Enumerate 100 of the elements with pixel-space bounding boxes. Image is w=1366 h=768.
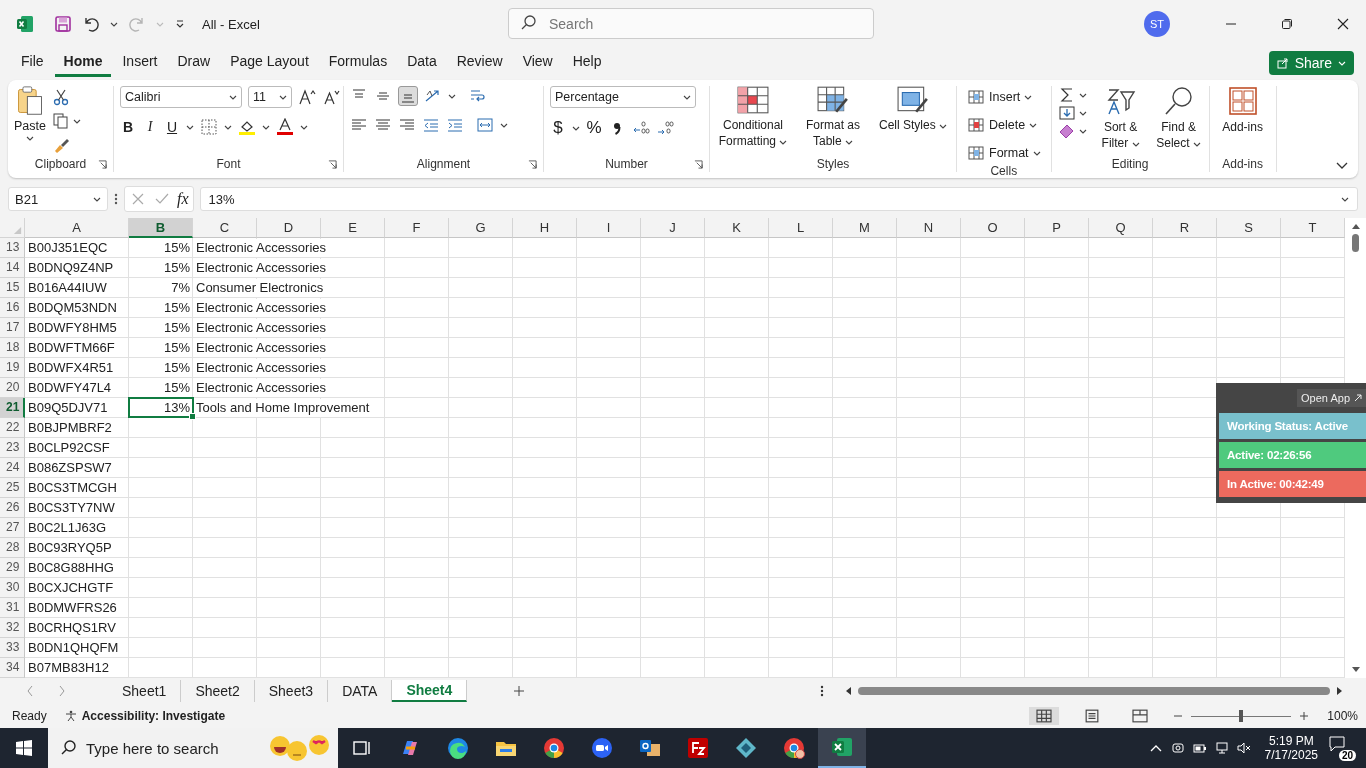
caret-icon[interactable] xyxy=(300,124,308,130)
ribbon-tab[interactable]: Home xyxy=(54,49,112,77)
column-header[interactable]: G xyxy=(449,218,513,238)
speaker-muted-icon[interactable] xyxy=(1236,741,1251,755)
caret-icon[interactable] xyxy=(1078,128,1087,134)
add-sheet-icon[interactable] xyxy=(513,685,526,697)
caret-icon[interactable] xyxy=(448,93,456,99)
row-header[interactable]: 29 xyxy=(0,558,25,578)
cells-button[interactable]: Insert xyxy=(967,86,1033,108)
caret-icon[interactable] xyxy=(186,124,194,130)
network-icon[interactable] xyxy=(1214,741,1229,755)
italic-button[interactable]: I xyxy=(142,119,158,135)
font-color-icon[interactable] xyxy=(276,118,294,136)
row-header[interactable]: 17 xyxy=(0,318,25,338)
column-header[interactable]: K xyxy=(705,218,769,238)
ribbon-tab[interactable]: Page Layout xyxy=(221,49,318,77)
column-header[interactable]: L xyxy=(769,218,833,238)
row-header[interactable]: 28 xyxy=(0,538,25,558)
column-header[interactable]: C xyxy=(193,218,257,238)
ribbon-tab[interactable]: File xyxy=(12,49,53,77)
clock-time[interactable]: 5:19 PM xyxy=(1268,734,1314,748)
scroll-up-icon[interactable] xyxy=(1350,222,1361,230)
row-header[interactable]: 21 xyxy=(0,398,25,418)
row-header[interactable]: 27 xyxy=(0,518,25,538)
merge-center-icon[interactable] xyxy=(476,116,494,134)
row-header[interactable]: 19 xyxy=(0,358,25,378)
row-header[interactable]: 18 xyxy=(0,338,25,358)
column-header[interactable]: E xyxy=(321,218,385,238)
editing-button[interactable]: Find & Select xyxy=(1154,86,1203,151)
caret-icon[interactable] xyxy=(572,125,580,131)
ribbon-tab[interactable]: View xyxy=(513,49,562,77)
column-header[interactable]: N xyxy=(897,218,961,238)
formula-field[interactable]: 13% xyxy=(199,187,1358,211)
cut-icon[interactable] xyxy=(51,88,70,106)
row-header[interactable]: 26 xyxy=(0,498,25,518)
caret-icon[interactable] xyxy=(1078,92,1087,98)
bold-button[interactable]: B xyxy=(120,119,136,135)
column-header[interactable]: Q xyxy=(1089,218,1153,238)
styles-button[interactable]: Format as Table xyxy=(796,86,870,149)
scroll-left-icon[interactable] xyxy=(844,686,852,696)
open-app-button[interactable]: Open App xyxy=(1297,389,1366,407)
styles-button[interactable]: Conditional Formatting xyxy=(716,86,790,149)
percent-button[interactable]: % xyxy=(586,118,602,138)
more-options-icon[interactable] xyxy=(114,192,118,206)
zoom-slider[interactable] xyxy=(1239,709,1244,722)
align-bottom-icon[interactable] xyxy=(398,86,418,106)
column-header[interactable]: H xyxy=(513,218,577,238)
eraser-icon[interactable] xyxy=(1057,122,1076,140)
increase-decimal-icon[interactable] xyxy=(632,119,650,137)
row-header[interactable]: 30 xyxy=(0,578,25,598)
row-header[interactable]: 25 xyxy=(0,478,25,498)
column-header[interactable]: T xyxy=(1281,218,1345,238)
caret-icon[interactable] xyxy=(1078,110,1087,116)
underline-button[interactable]: U xyxy=(164,119,180,135)
editing-button[interactable]: Sort & Filter xyxy=(1096,86,1145,151)
ribbon-tab[interactable]: Formulas xyxy=(319,49,397,77)
row-header[interactable]: 23 xyxy=(0,438,25,458)
notification-button[interactable]: 20 xyxy=(1328,735,1356,761)
row-header[interactable]: 34 xyxy=(0,658,25,678)
ribbon-tab[interactable]: Insert xyxy=(113,49,167,77)
ribbon-tab[interactable]: Help xyxy=(563,49,611,77)
horizontal-scrollbar[interactable] xyxy=(844,684,1344,698)
number-format-dropdown[interactable]: Percentage xyxy=(550,86,696,108)
column-header[interactable]: S xyxy=(1217,218,1281,238)
ribbon-tab[interactable]: Data xyxy=(398,49,446,77)
row-header[interactable]: 16 xyxy=(0,298,25,318)
excel-taskbar-button[interactable] xyxy=(818,728,866,768)
more-options-icon[interactable] xyxy=(820,684,824,698)
taskbar-search-field[interactable]: Type here to search xyxy=(48,728,338,768)
caret-icon[interactable] xyxy=(110,21,118,27)
user-avatar[interactable]: ST xyxy=(1144,11,1170,37)
decrease-font-size-icon[interactable] xyxy=(322,88,340,106)
column-header[interactable]: D xyxy=(257,218,321,238)
sheet-tab[interactable]: Sheet4 xyxy=(392,680,468,702)
battery-icon[interactable] xyxy=(1192,741,1207,755)
caret-icon[interactable] xyxy=(72,118,81,124)
customize-toolbar-icon[interactable] xyxy=(174,18,186,30)
column-header[interactable]: M xyxy=(833,218,897,238)
borders-icon[interactable] xyxy=(200,118,218,136)
row-header[interactable]: 24 xyxy=(0,458,25,478)
insert-function-button[interactable]: fx xyxy=(177,190,189,208)
copy-icon[interactable] xyxy=(51,112,70,130)
caret-icon[interactable] xyxy=(500,122,508,128)
dialog-launcher-icon[interactable] xyxy=(528,159,537,169)
row-header[interactable]: 33 xyxy=(0,638,25,658)
fill-down-icon[interactable] xyxy=(1057,104,1076,122)
scroll-down-icon[interactable] xyxy=(1350,666,1361,674)
paste-button[interactable]: Paste xyxy=(14,86,46,141)
currency-button[interactable]: $ xyxy=(550,118,566,138)
scroll-right-icon[interactable] xyxy=(1336,686,1344,696)
name-box[interactable]: B21 xyxy=(8,187,108,211)
column-header[interactable]: B xyxy=(129,218,193,238)
cells-button[interactable]: Delete xyxy=(967,114,1038,136)
cells-button[interactable]: Format xyxy=(967,142,1041,164)
dialog-launcher-icon[interactable] xyxy=(98,159,107,169)
increase-font-size-icon[interactable] xyxy=(298,88,316,106)
close-icon[interactable] xyxy=(1337,18,1349,30)
collapse-ribbon-icon[interactable] xyxy=(1336,162,1348,170)
row-header[interactable]: 13 xyxy=(0,238,25,258)
column-header[interactable]: O xyxy=(961,218,1025,238)
